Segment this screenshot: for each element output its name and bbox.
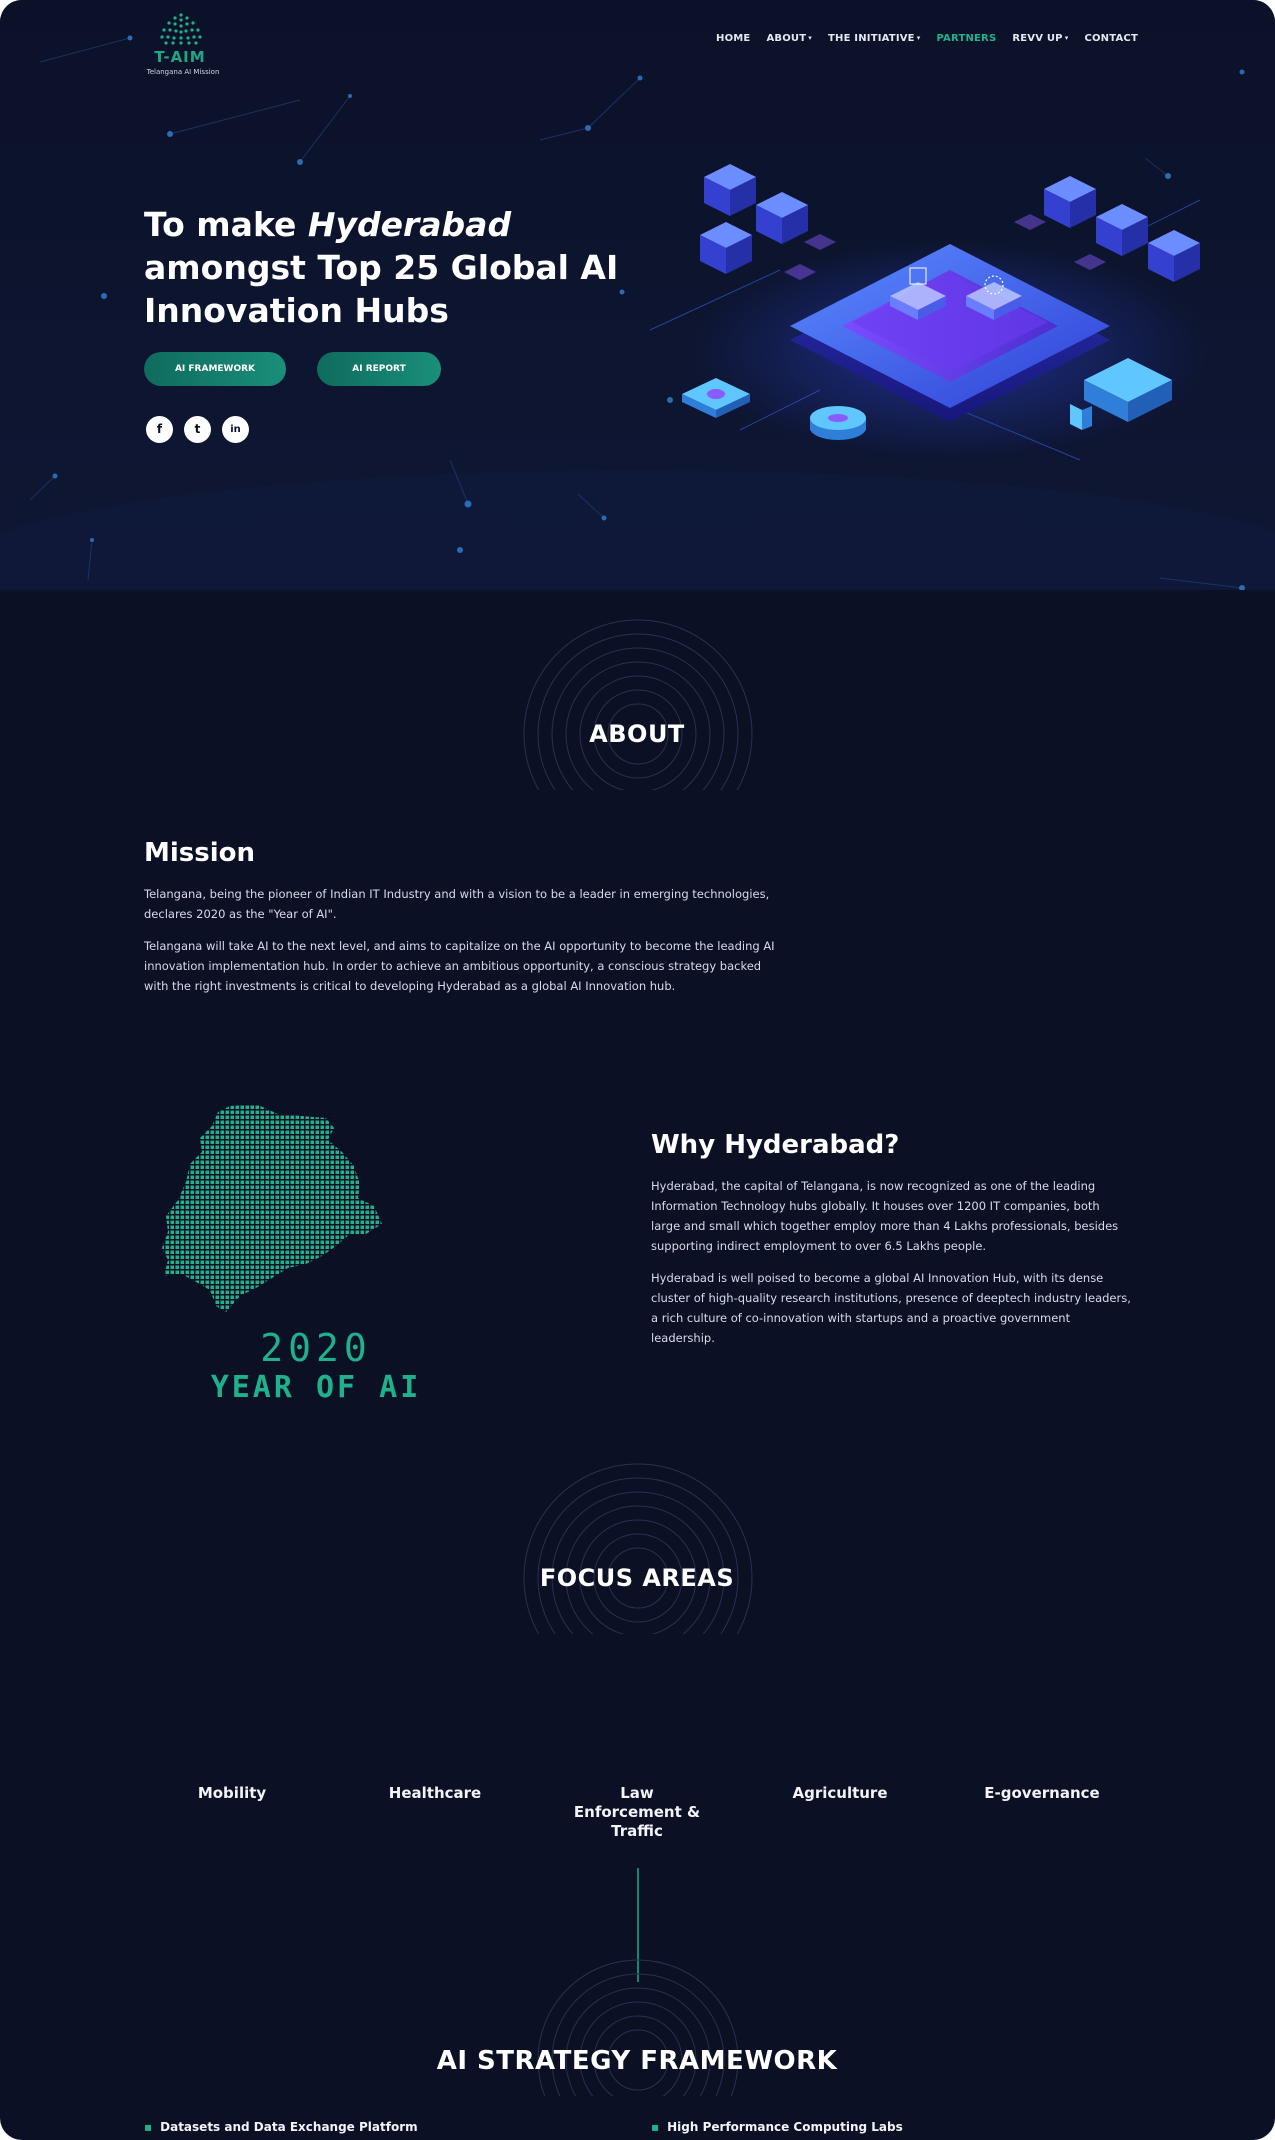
year-of-ai-year: 2020 bbox=[260, 1326, 372, 1370]
nav-the-initiative[interactable]: THE INITIATIVE ▾ bbox=[828, 33, 920, 44]
caret-down-icon: ▾ bbox=[1064, 34, 1069, 42]
bullet-icon: ▪ bbox=[651, 2120, 660, 2134]
strategy-item-datasets[interactable]: ▪ Datasets and Data Exchange Platform bbox=[144, 2120, 418, 2134]
nav-home[interactable]: HOME bbox=[716, 33, 750, 44]
ai-platform-illustration bbox=[649, 164, 1210, 461]
focus-item-mobility[interactable]: Mobility bbox=[167, 1784, 297, 1803]
focus-areas-heading: FOCUS AREAS bbox=[539, 1564, 735, 1592]
nav-revv-up[interactable]: REVV UP ▾ bbox=[1012, 33, 1068, 44]
why-paragraph-2: Hyderabad is well poised to become a glo… bbox=[651, 1271, 1131, 1345]
nav-about[interactable]: ABOUT ▾ bbox=[766, 33, 812, 44]
main-nav: HOME ABOUT ▾ THE INITIATIVE ▾ PARTNERS REV… bbox=[716, 33, 1138, 44]
bullet-icon: ▪ bbox=[144, 2120, 153, 2134]
why-paragraph-1: Hyderabad, the capital of Telangana, is … bbox=[651, 1179, 1119, 1253]
ai-strategy-framework-heading: AI STRATEGY FRAMEWORK bbox=[436, 2046, 838, 2076]
mission-text: Telangana, being the pioneer of Indian I… bbox=[144, 884, 776, 1008]
hero-section: T-AIM Telangana AI Mission HOME ABOUT ▾ T… bbox=[0, 0, 1275, 590]
caret-down-icon: ▾ bbox=[808, 34, 812, 42]
focus-item-e-governance[interactable]: E-governance bbox=[977, 1784, 1107, 1803]
focus-rings-decoration bbox=[523, 1463, 753, 1634]
why-hyderabad-text: Hyderabad, the capital of Telangana, is … bbox=[651, 1176, 1131, 1360]
logo-text: T-AIM bbox=[154, 48, 206, 66]
about-rings-decoration bbox=[523, 619, 753, 790]
telangana-map-graphic bbox=[162, 1104, 382, 1312]
logo-mark-icon bbox=[160, 13, 202, 45]
page: T-AIM Telangana AI Mission HOME ABOUT ▾ T… bbox=[0, 0, 1275, 2140]
mission-paragraph-1: Telangana, being the pioneer of Indian I… bbox=[144, 887, 770, 921]
nav-partners[interactable]: PARTNERS bbox=[936, 33, 996, 44]
strategy-item-hpc-labs[interactable]: ▪ High Performance Computing Labs bbox=[651, 2120, 903, 2134]
strategy-item-label: Datasets and Data Exchange Platform bbox=[160, 2120, 418, 2134]
about-heading: ABOUT bbox=[589, 720, 685, 748]
why-hyderabad-title: Why Hyderabad? bbox=[651, 1130, 900, 1160]
year-of-ai-text: YEAR OF AI bbox=[210, 1370, 422, 1405]
caret-down-icon: ▾ bbox=[916, 34, 921, 42]
mission-title: Mission bbox=[144, 838, 256, 868]
ai-framework-button[interactable]: AI FRAMEWORK bbox=[144, 352, 286, 386]
focus-item-healthcare[interactable]: Healthcare bbox=[370, 1784, 500, 1803]
logo[interactable]: T-AIM Telangana AI Mission bbox=[142, 12, 232, 76]
linkedin-icon[interactable]: in bbox=[222, 416, 249, 443]
logo-subtitle: Telangana AI Mission bbox=[146, 68, 220, 76]
mission-paragraph-2: Telangana will take AI to the next level… bbox=[144, 939, 775, 993]
strategy-item-label: High Performance Computing Labs bbox=[667, 2120, 903, 2134]
social-links: f t in bbox=[146, 416, 249, 443]
focus-item-law-enforcement[interactable]: Law Enforcement & Traffic bbox=[572, 1784, 702, 1841]
nav-contact[interactable]: CONTACT bbox=[1084, 33, 1138, 44]
facebook-icon[interactable]: f bbox=[146, 416, 173, 443]
twitter-icon[interactable]: t bbox=[184, 416, 211, 443]
focus-item-agriculture[interactable]: Agriculture bbox=[775, 1784, 905, 1803]
ai-report-button[interactable]: AI REPORT bbox=[317, 352, 441, 386]
hero-title: To make Hyderabad amongst Top 25 Global … bbox=[144, 205, 619, 330]
